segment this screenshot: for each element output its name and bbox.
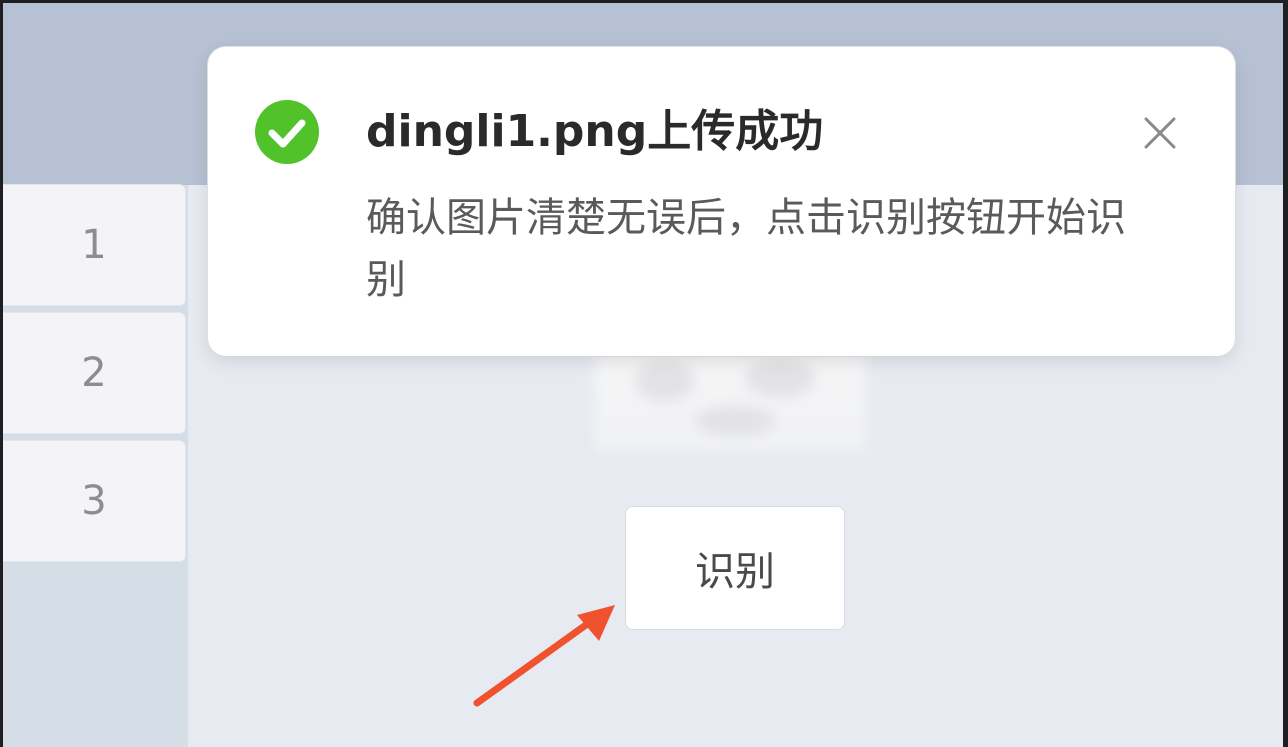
sidebar-item-3[interactable]: 3	[3, 441, 185, 561]
notification-message: 确认图片清楚无误后，点击识别按钮开始识别	[366, 195, 1126, 303]
app-window: 1 2 3 识别 dingli1.png上传成功 确认图片清楚无误后，点击识别按…	[3, 3, 1283, 747]
sidebar-item-label: 2	[81, 350, 107, 396]
uploaded-image-preview	[595, 351, 865, 451]
sidebar-item-label: 1	[81, 222, 107, 268]
sidebar-item-label: 3	[81, 478, 107, 524]
sidebar-item-1[interactable]: 1	[3, 185, 185, 305]
close-icon[interactable]	[1140, 113, 1180, 153]
check-circle-icon	[255, 100, 319, 164]
annotation-arrow-icon	[473, 605, 615, 707]
upload-success-notification: dingli1.png上传成功 确认图片清楚无误后，点击识别按钮开始识别	[208, 47, 1235, 356]
sidebar-item-2[interactable]: 2	[3, 313, 185, 433]
notification-title: dingli1.png上传成功	[366, 106, 824, 157]
recognize-button[interactable]: 识别	[625, 506, 845, 630]
